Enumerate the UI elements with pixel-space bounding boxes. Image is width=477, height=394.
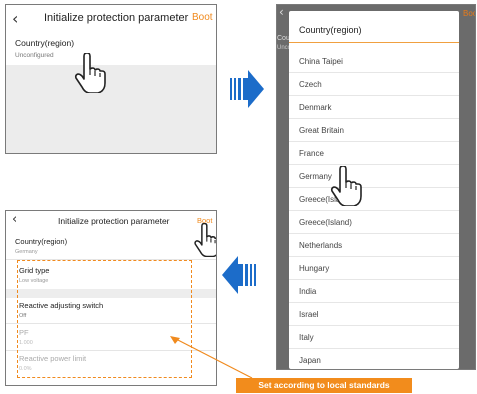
- country-label-dimmed: Cou: [277, 35, 290, 42]
- page-title: Initialize protection parameter: [44, 12, 189, 24]
- dialog-title: Country(region): [299, 25, 362, 35]
- country-selection-screen: ‹ Boo Cou Unco Country(region) China Tai…: [276, 4, 476, 370]
- page-title: Initialize protection parameter: [58, 216, 170, 226]
- country-option[interactable]: Italy: [289, 326, 459, 349]
- hand-pointer-icon: [194, 223, 216, 257]
- country-option[interactable]: India: [289, 280, 459, 303]
- hand-pointer-icon: [74, 53, 106, 93]
- dashed-highlight-box: [17, 260, 192, 378]
- back-chevron-icon: ‹: [279, 5, 284, 19]
- country-option[interactable]: Czech: [289, 73, 459, 96]
- country-option[interactable]: Greece(Island): [289, 211, 459, 234]
- country-option[interactable]: France: [289, 142, 459, 165]
- country-option-germany[interactable]: Germany: [289, 165, 459, 188]
- empty-area: [6, 65, 216, 153]
- boot-button[interactable]: Boot: [192, 12, 213, 23]
- country-option[interactable]: Denmark: [289, 96, 459, 119]
- country-region-value: Germany: [15, 249, 38, 255]
- country-option[interactable]: Greece(Island): [289, 188, 459, 211]
- back-chevron-icon[interactable]: ‹: [12, 212, 17, 227]
- country-region-label: Country(region): [15, 237, 68, 246]
- callout-leader-arrow: [170, 336, 253, 379]
- country-option[interactable]: Israel: [289, 303, 459, 326]
- protection-screen-initial: ‹ Initialize protection parameter Boot C…: [5, 4, 217, 154]
- country-region-label: Country(region): [15, 38, 75, 48]
- callout-label: Set according to local standards: [236, 378, 412, 393]
- country-option[interactable]: Japan: [289, 349, 459, 369]
- country-region-value: Unconfigured: [15, 52, 54, 59]
- country-dialog: Country(region) China Taipei Czech Denma…: [289, 11, 459, 369]
- hand-pointer-icon: [330, 166, 362, 206]
- dialog-divider: [289, 42, 459, 43]
- country-option[interactable]: Great Britain: [289, 119, 459, 142]
- boot-button-dimmed: Boo: [463, 9, 476, 18]
- country-option[interactable]: Hungary: [289, 257, 459, 280]
- back-chevron-icon[interactable]: ‹: [12, 9, 18, 28]
- country-option[interactable]: Netherlands: [289, 234, 459, 257]
- country-option[interactable]: China Taipei: [289, 50, 459, 73]
